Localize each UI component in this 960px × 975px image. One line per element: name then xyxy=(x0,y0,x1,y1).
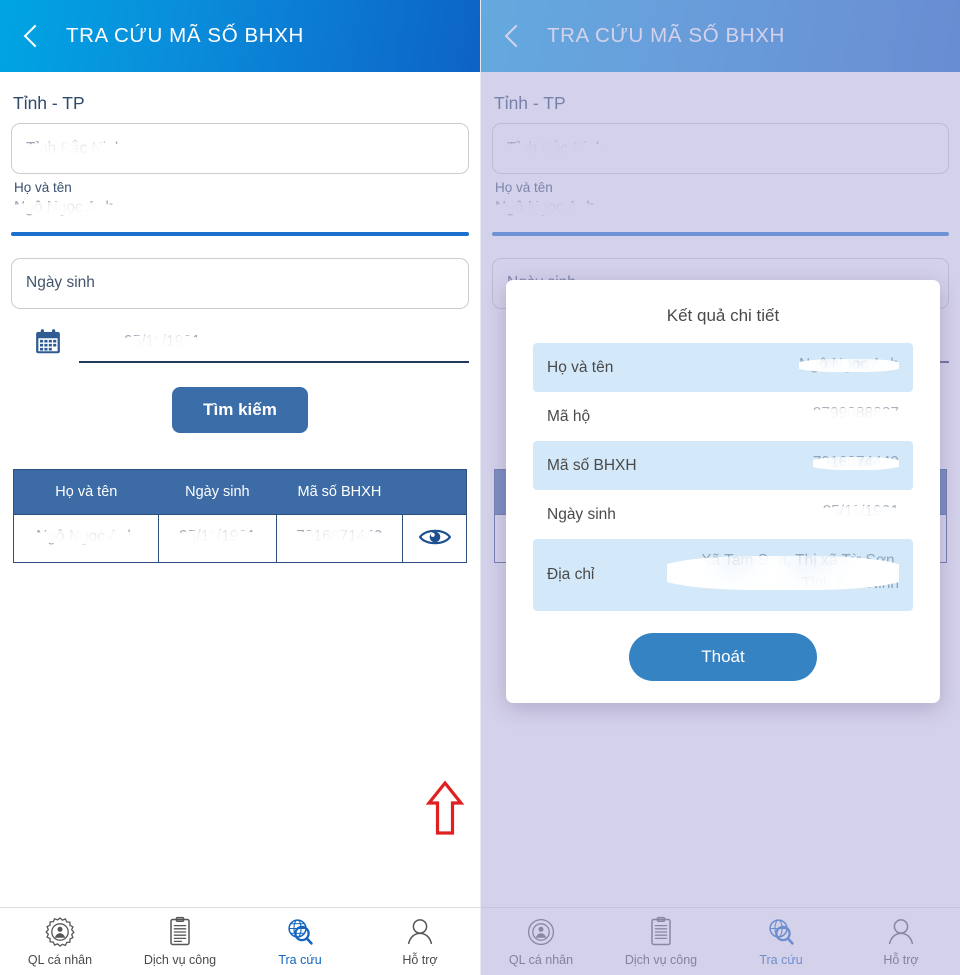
tab-label: Dịch vụ công xyxy=(143,953,217,967)
dob-placeholder: Ngày sinh xyxy=(26,274,95,291)
tab-label: Tra cứu xyxy=(759,953,803,967)
dual-screen-comparison: TRA CỨU MÃ SỐ BHXH Tỉnh - TP Tỉnh Bắc Ni… xyxy=(0,0,960,975)
exit-button[interactable]: Thoát xyxy=(629,633,817,681)
modal-row-key: Mã hộ xyxy=(547,407,591,425)
modal-row-value: Xã Tam Sơn, Thị xã Từ Sơn, Tỉnh Bắc Ninh xyxy=(667,550,899,600)
calendar-icon[interactable] xyxy=(33,327,63,357)
results-table: Họ và tên Ngày sinh Mã số BHXH Ngô Ngọc … xyxy=(13,468,467,563)
tab-ql-ca-nhan[interactable]: QL cá nhân xyxy=(0,916,120,967)
person-icon xyxy=(404,916,436,948)
fullname-value: Ngô Ngọc Anh xyxy=(495,199,595,216)
col-header-dob: Ngày sinh xyxy=(158,469,277,514)
chevron-left-icon[interactable] xyxy=(18,23,44,49)
province-select: Tỉnh Bắc Ninh xyxy=(492,123,949,174)
dob-value-field[interactable]: 25/11/1991 xyxy=(79,333,469,363)
modal-row-value: Ngô Ngọc Anh xyxy=(799,356,899,373)
modal-row-bhxh-code: Mã số BHXH 7916874449 xyxy=(533,441,913,490)
province-select[interactable]: Tỉnh Bắc Ninh xyxy=(11,123,469,174)
modal-row-key: Họ và tên xyxy=(547,358,614,376)
province-value: Tỉnh Bắc Ninh xyxy=(26,139,124,157)
fullname-underline xyxy=(492,232,949,236)
cell-name: Ngô Ngọc Anh xyxy=(14,513,159,562)
person-icon xyxy=(885,916,917,948)
red-up-arrow-icon xyxy=(425,780,465,836)
fullname-underline xyxy=(11,232,469,236)
modal-actions: Thoát xyxy=(506,633,940,681)
tab-dich-vu-cong: Dịch vụ công xyxy=(601,916,721,967)
bottom-navigation: QL cá nhân Dịch vụ công Tra cứu Hỗ trợ xyxy=(481,907,960,975)
form-body: Tỉnh - TP Tỉnh Bắc Ninh Họ và tên Ngô Ng… xyxy=(0,93,480,924)
search-button-wrap: Tìm kiếm xyxy=(11,386,469,433)
chevron-left-icon[interactable] xyxy=(499,23,525,49)
province-label: Tỉnh - TP xyxy=(494,93,566,113)
screen-search-form: TRA CỨU MÃ SỐ BHXH Tỉnh - TP Tỉnh Bắc Ni… xyxy=(0,0,480,975)
col-header-action xyxy=(402,469,466,514)
cell-code: 7016871449 xyxy=(275,513,403,562)
search-button[interactable]: Tìm kiếm xyxy=(172,386,308,433)
tab-ho-tro: Hỗ trợ xyxy=(841,916,960,967)
table-row: Ngô Ngọc Anh 25/11/1991 7016871449 xyxy=(14,513,466,562)
app-header: TRA CỨU MÃ SỐ BHXH xyxy=(0,0,480,72)
tab-label: Hỗ trợ xyxy=(883,953,919,967)
tab-ql-ca-nhan: QL cá nhân xyxy=(481,916,601,967)
tab-label: Dịch vụ công xyxy=(624,953,698,967)
fullname-input[interactable]: Ngô Ngọc Anh xyxy=(11,199,469,228)
modal-row-dob: Ngày sinh 25/11/1991 xyxy=(533,490,913,539)
cell-view-action[interactable] xyxy=(402,513,466,562)
tab-label: Tra cứu xyxy=(278,953,322,967)
page-title: TRA CỨU MÃ SỐ BHXH xyxy=(547,24,785,47)
modal-row-name: Họ và tên Ngô Ngọc Anh xyxy=(533,343,913,392)
tab-label: QL cá nhân xyxy=(508,953,574,967)
modal-rows: Họ và tên Ngô Ngọc Anh Mã hộ 2799888887 … xyxy=(506,343,940,611)
tab-label: QL cá nhân xyxy=(27,953,93,967)
modal-row-household-code: Mã hộ 2799888887 xyxy=(533,392,913,441)
modal-title: Kết quả chi tiết xyxy=(666,306,780,325)
fullname-label: Họ và tên xyxy=(14,180,72,195)
modal-row-value: 25/11/1991 xyxy=(822,503,899,520)
tab-tra-cuu[interactable]: Tra cứu xyxy=(240,916,360,967)
screen-detail-modal: TRA CỨU MÃ SỐ BHXH Tỉnh - TP Tỉnh Bắc Ni… xyxy=(480,0,960,975)
fullname-label: Họ và tên xyxy=(495,180,553,195)
dob-value: 25/11/1991 xyxy=(124,332,201,350)
eye-icon[interactable] xyxy=(418,526,452,551)
app-header: TRA CỨU MÃ SỐ BHXH xyxy=(481,0,960,72)
col-header-code: Mã số BHXH xyxy=(276,469,403,514)
globe-search-icon xyxy=(284,916,316,948)
bottom-navigation: QL cá nhân Dịch vụ công Tra cứu Hỗ trợ xyxy=(0,907,480,975)
cell-dob: 25/11/1991 xyxy=(158,513,277,562)
tab-label: Hỗ trợ xyxy=(402,953,438,967)
globe-search-icon xyxy=(765,916,797,948)
tab-ho-tro[interactable]: Hỗ trợ xyxy=(360,916,480,967)
fullname-value: Ngô Ngọc Anh xyxy=(14,199,114,216)
modal-row-key: Mã số BHXH xyxy=(547,456,637,474)
modal-row-value: 2799888887 xyxy=(812,405,899,422)
dob-row: 25/11/1991 xyxy=(33,327,469,363)
province-label: Tỉnh - TP xyxy=(13,93,85,113)
table-header-row: Họ và tên Ngày sinh Mã số BHXH xyxy=(14,469,466,514)
gear-person-icon xyxy=(525,916,557,948)
modal-row-address: Địa chỉ Xã Tam Sơn, Thị xã Từ Sơn, Tỉnh … xyxy=(533,539,913,611)
fullname-input: Ngô Ngọc Anh xyxy=(492,199,949,228)
page-title: TRA CỨU MÃ SỐ BHXH xyxy=(66,24,304,47)
dob-select[interactable]: Ngày sinh xyxy=(11,257,469,309)
detail-result-modal: Kết quả chi tiết Họ và tên Ngô Ngọc Anh … xyxy=(506,280,940,703)
gear-person-icon xyxy=(44,916,76,948)
province-value: Tỉnh Bắc Ninh xyxy=(507,139,605,157)
col-header-name: Họ và tên xyxy=(14,469,159,514)
modal-row-key: Ngày sinh xyxy=(547,505,616,523)
modal-row-key: Địa chỉ xyxy=(547,566,595,583)
tab-tra-cuu: Tra cứu xyxy=(721,916,841,967)
modal-row-value: 7916874449 xyxy=(812,454,899,471)
document-icon xyxy=(164,916,196,948)
tab-dich-vu-cong[interactable]: Dịch vụ công xyxy=(120,916,240,967)
document-icon xyxy=(645,916,677,948)
